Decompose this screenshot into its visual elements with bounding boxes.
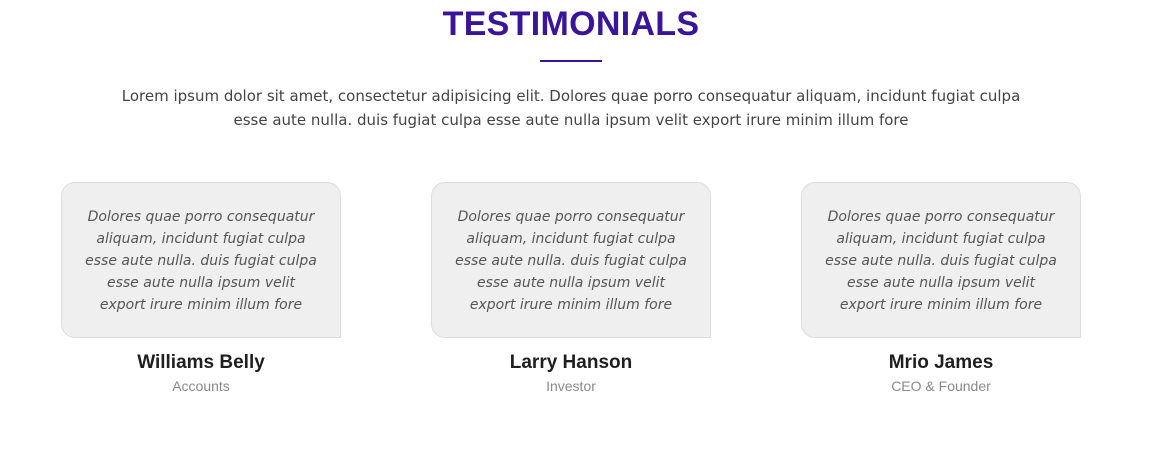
testimonial-name: Larry Hanson xyxy=(509,352,633,373)
testimonial-card: Dolores quae porro consequatur aliquam, … xyxy=(801,182,1081,396)
testimonial-role: Accounts xyxy=(172,378,230,394)
testimonial-card: Dolores quae porro consequatur aliquam, … xyxy=(431,182,711,396)
title-divider xyxy=(540,60,602,62)
section-intro: Lorem ipsum dolor sit amet, consectetur … xyxy=(121,87,1021,129)
testimonial-name: Mrio James xyxy=(888,352,994,373)
section-title: TESTIMONIALS xyxy=(442,5,700,43)
testimonial-card: Dolores quae porro consequatur aliquam, … xyxy=(61,182,341,396)
testimonials-section: TESTIMONIALS Lorem ipsum dolor sit amet,… xyxy=(0,0,1160,471)
testimonial-quote: Dolores quae porro consequatur aliquam, … xyxy=(431,182,711,338)
testimonial-quote: Dolores quae porro consequatur aliquam, … xyxy=(801,182,1081,338)
testimonial-quote: Dolores quae porro consequatur aliquam, … xyxy=(61,182,341,338)
testimonial-role: CEO & Founder xyxy=(891,378,991,394)
testimonial-name: Williams Belly xyxy=(137,352,265,373)
testimonial-role: Investor xyxy=(546,378,596,394)
